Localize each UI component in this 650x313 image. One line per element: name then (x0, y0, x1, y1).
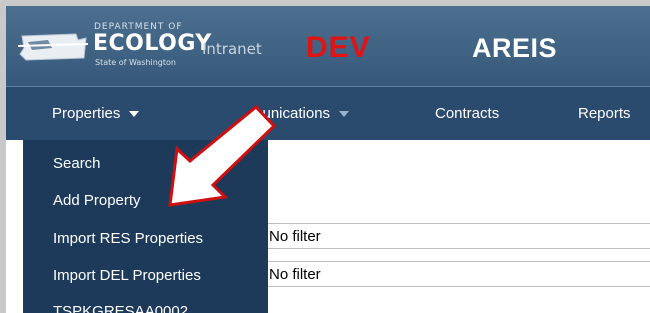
washington-map-icon (18, 33, 88, 61)
menu-item-import-del-properties[interactable]: Import DEL Properties (53, 267, 201, 284)
chevron-down-icon (129, 111, 140, 118)
nav-item-label: Contracts (435, 105, 500, 122)
logo-name-text: ECOLOGY (93, 31, 212, 56)
main-nav: Properties munications Contracts Reports (6, 86, 650, 141)
nav-item-reports[interactable]: Reports (578, 87, 631, 141)
properties-dropdown-menu: Search Add Property Import RES Propertie… (23, 140, 268, 313)
filter-field[interactable]: No filter (266, 223, 650, 249)
menu-item-add-property[interactable]: Add Property (53, 192, 141, 209)
nav-item-contracts[interactable]: Contracts (435, 87, 499, 141)
nav-item-label: Properties (52, 105, 121, 122)
logo-state-text: State of Washington (95, 58, 176, 67)
app-window: DEPARTMENT OF ECOLOGY Intranet State of … (6, 6, 650, 313)
ecology-logo[interactable]: DEPARTMENT OF ECOLOGY Intranet State of … (18, 20, 262, 72)
app-title: AREIS (472, 33, 558, 63)
menu-item-tspkgresaa0002[interactable]: TSPKGRESAA0002 (53, 303, 188, 313)
header-banner: DEPARTMENT OF ECOLOGY Intranet State of … (6, 6, 650, 86)
nav-item-label: Reports (578, 105, 631, 122)
menu-item-import-res-properties[interactable]: Import RES Properties (53, 230, 203, 247)
chevron-down-icon (339, 111, 350, 118)
nav-item-label: munications (250, 105, 331, 122)
logo-intranet-text: Intranet (202, 40, 262, 58)
nav-item-communications[interactable]: munications (250, 87, 350, 141)
filter-field[interactable]: No filter (266, 261, 650, 287)
menu-item-search[interactable]: Search (53, 155, 101, 172)
nav-item-properties[interactable]: Properties (52, 87, 140, 141)
environment-label: DEV (306, 31, 371, 64)
